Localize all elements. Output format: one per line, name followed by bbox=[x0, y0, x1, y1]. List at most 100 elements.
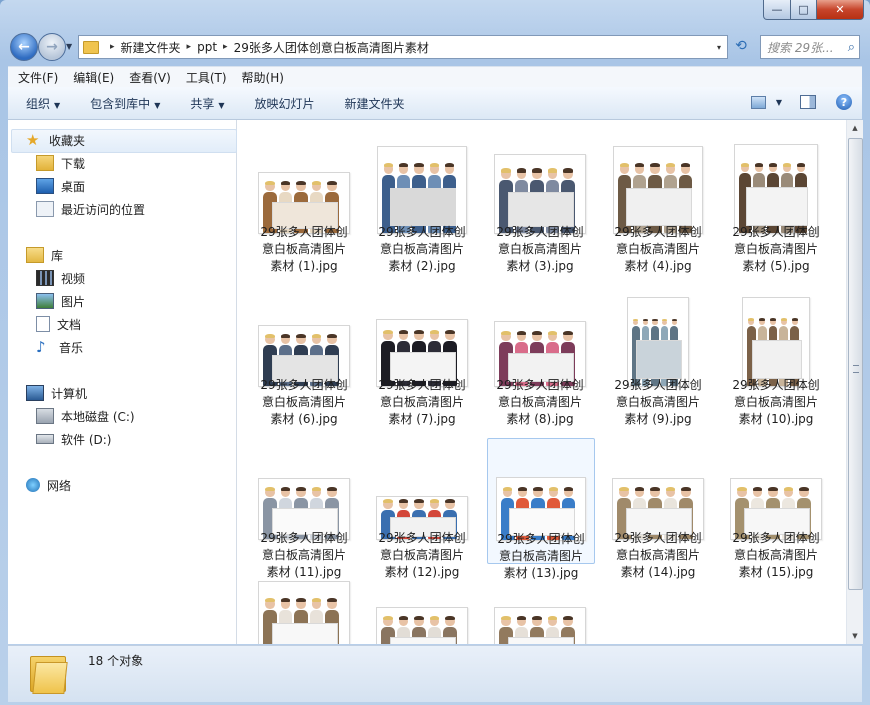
file-item[interactable]: 29张多人团体创 意白板高清图片 素材 (15).jpg bbox=[723, 438, 829, 579]
file-item[interactable]: 29张多人团体创 意白板高清图片 素材 (8).jpg bbox=[487, 285, 593, 426]
sidebar-item-documents[interactable]: 文档 bbox=[36, 314, 81, 334]
change-view-icon[interactable] bbox=[750, 95, 766, 109]
sidebar-network[interactable]: 网络 bbox=[26, 475, 71, 495]
scroll-up-arrow[interactable]: ▲ bbox=[847, 120, 863, 136]
file-name-line: 29张多人团体创 bbox=[378, 378, 466, 392]
scroll-thumb[interactable] bbox=[848, 138, 863, 590]
file-item[interactable] bbox=[251, 567, 357, 644]
help-icon[interactable]: ? bbox=[836, 94, 852, 110]
forward-button[interactable]: → bbox=[38, 33, 66, 61]
file-name-line: 素材 (15).jpg bbox=[738, 565, 814, 579]
thumbnail-figure-hair bbox=[642, 318, 649, 322]
back-button[interactable]: ← bbox=[10, 33, 38, 61]
vertical-scrollbar[interactable]: ▲ ▼ bbox=[846, 120, 863, 644]
thumbnail-figure-hair bbox=[501, 168, 511, 173]
file-item[interactable]: 29张多人团体创 意白板高清图片 素材 (6).jpg bbox=[251, 285, 357, 426]
star-icon: ★ bbox=[26, 131, 40, 149]
file-name-line: 素材 (4).jpg bbox=[624, 259, 692, 273]
command-bar: 组织 ▼ 包含到库中 ▼ 共享 ▼ 放映幻灯片 新建文件夹 ▼ ? bbox=[8, 87, 862, 120]
sidebar-item-downloads[interactable]: 下载 bbox=[36, 153, 85, 173]
slideshow-button[interactable]: 放映幻灯片 bbox=[255, 95, 315, 112]
file-item[interactable]: 29张多人团体创 意白板高清图片 素材 (14).jpg bbox=[605, 438, 711, 579]
file-item[interactable]: 29张多人团体创 意白板高清图片 素材 (1).jpg bbox=[251, 132, 357, 273]
explorer-window: — □ ✕ ← → ▼ ▸ 新建文件夹 ▸ ppt ▸ 29张多人团体创意白板高… bbox=[0, 0, 870, 705]
file-item[interactable]: 29张多人团体创 意白板高清图片 素材 (13).jpg bbox=[487, 438, 595, 580]
organize-button[interactable]: 组织 ▼ bbox=[26, 95, 60, 112]
sidebar-item-drive-d[interactable]: 软件 (D:) bbox=[36, 429, 111, 449]
thumbnail-figure-hair bbox=[563, 486, 573, 491]
menu-edit[interactable]: 编辑(E) bbox=[73, 69, 114, 86]
share-button[interactable]: 共享 ▼ bbox=[190, 95, 224, 112]
thumbnail-figure-hair bbox=[429, 615, 440, 620]
menu-help[interactable]: 帮助(H) bbox=[242, 69, 284, 86]
recent-places-icon bbox=[36, 201, 54, 217]
breadcrumb-separator[interactable]: ▸ bbox=[110, 42, 115, 52]
menu-view[interactable]: 查看(V) bbox=[129, 69, 171, 86]
sidebar-item-drive-c[interactable]: 本地磁盘 (C:) bbox=[36, 406, 135, 426]
window-controls: — □ ✕ bbox=[763, 0, 864, 20]
file-item[interactable]: 29张多人团体创 意白板高清图片 素材 (7).jpg bbox=[369, 285, 475, 426]
sidebar-libraries[interactable]: 库 bbox=[26, 245, 63, 265]
breadcrumb-current-folder[interactable]: 29张多人团体创意白板高清图片素材 bbox=[234, 39, 429, 56]
file-item[interactable]: 29张多人团体创 意白板高清图片 素材 (9).jpg bbox=[605, 285, 711, 426]
thumbnail-figure-hair bbox=[429, 163, 439, 168]
breadcrumb-separator[interactable]: ▸ bbox=[223, 42, 228, 52]
file-name-line: 素材 (14).jpg bbox=[620, 565, 696, 579]
recent-pages-dropdown[interactable]: ▼ bbox=[66, 42, 72, 51]
thumbnail-figure-hair bbox=[265, 598, 275, 603]
thumbnail-figure-hair bbox=[547, 615, 558, 620]
breadcrumb-new-folder[interactable]: 新建文件夹 bbox=[121, 39, 181, 56]
menu-file[interactable]: 文件(F) bbox=[18, 69, 58, 86]
sidebar-item-pictures[interactable]: 图片 bbox=[36, 291, 85, 311]
folder-icon bbox=[30, 652, 68, 694]
file-item[interactable]: 29张多人团体创 意白板高清图片 素材 (5).jpg bbox=[723, 132, 829, 273]
file-item[interactable]: 29张多人团体创 意白板高清图片 素材 (12).jpg bbox=[369, 438, 475, 579]
file-item[interactable]: 29张多人团体创 意白板高清图片 素材 (10).jpg bbox=[723, 285, 829, 426]
thumbnail-figure-hair bbox=[383, 615, 393, 620]
sidebar-item-videos[interactable]: 视频 bbox=[36, 268, 85, 288]
address-dropdown-icon[interactable]: ▾ bbox=[717, 43, 721, 52]
breadcrumb-ppt[interactable]: ppt bbox=[197, 40, 217, 54]
file-item[interactable] bbox=[369, 567, 475, 644]
sidebar-computer[interactable]: 计算机 bbox=[26, 383, 87, 403]
organize-label: 组织 bbox=[26, 96, 51, 111]
include-in-library-button[interactable]: 包含到库中 ▼ bbox=[90, 95, 160, 112]
thumbnail-figure-hair bbox=[296, 486, 306, 491]
whiteboard-shape bbox=[752, 340, 802, 380]
search-input[interactable]: 搜索 29张... bbox=[767, 39, 848, 56]
file-item[interactable]: 29张多人团体创 意白板高清图片 素材 (4).jpg bbox=[605, 132, 711, 273]
file-item[interactable]: 29张多人团体创 意白板高清图片 素材 (3).jpg bbox=[487, 132, 593, 273]
thumbnail-figure-hair bbox=[768, 162, 778, 167]
maximize-button[interactable]: □ bbox=[791, 0, 817, 20]
file-name-line: 意白板高清图片 bbox=[497, 242, 582, 256]
close-button[interactable]: ✕ bbox=[817, 0, 864, 20]
file-item[interactable]: 29张多人团体创 意白板高清图片 素材 (2).jpg bbox=[369, 132, 475, 273]
thumbnail-figure-hair bbox=[445, 329, 455, 334]
breadcrumb-separator[interactable]: ▸ bbox=[187, 42, 192, 52]
sidebar-item-desktop[interactable]: 桌面 bbox=[36, 176, 85, 196]
view-dropdown-icon[interactable]: ▼ bbox=[776, 98, 782, 107]
file-item[interactable]: 29张多人团体创 意白板高清图片 素材 (11).jpg bbox=[251, 438, 357, 579]
thumbnail-figure-hair bbox=[398, 498, 409, 504]
file-name-line: 素材 (9).jpg bbox=[624, 412, 692, 426]
preview-pane-icon[interactable] bbox=[800, 95, 816, 109]
sidebar-item-recent[interactable]: 最近访问的位置 bbox=[36, 199, 145, 219]
search-box[interactable]: 搜索 29张... ⌕ bbox=[760, 35, 860, 59]
sidebar-item-music[interactable]: ♪ 音乐 bbox=[36, 337, 83, 357]
refresh-button[interactable]: ⟲ bbox=[730, 35, 752, 57]
sidebar-item-label: 图片 bbox=[61, 294, 86, 309]
file-name-line: 29张多人团体创 bbox=[260, 378, 348, 392]
search-icon[interactable]: ⌕ bbox=[848, 40, 855, 55]
menu-tools[interactable]: 工具(T) bbox=[186, 69, 227, 86]
whiteboard-shape bbox=[626, 188, 692, 227]
new-folder-button[interactable]: 新建文件夹 bbox=[345, 95, 405, 112]
minimize-button[interactable]: — bbox=[763, 0, 791, 20]
scroll-down-arrow[interactable]: ▼ bbox=[847, 628, 863, 644]
file-name-line: 意白板高清图片 bbox=[261, 548, 346, 562]
music-icon: ♪ bbox=[36, 338, 46, 356]
sidebar-favorites[interactable]: ★ 收藏夹 bbox=[26, 130, 85, 150]
file-item[interactable] bbox=[487, 567, 593, 644]
thumbnail-figure-hair bbox=[414, 615, 424, 620]
whiteboard-shape bbox=[389, 636, 457, 644]
address-bar[interactable]: ▸ 新建文件夹 ▸ ppt ▸ 29张多人团体创意白板高清图片素材 ▾ bbox=[78, 35, 728, 59]
